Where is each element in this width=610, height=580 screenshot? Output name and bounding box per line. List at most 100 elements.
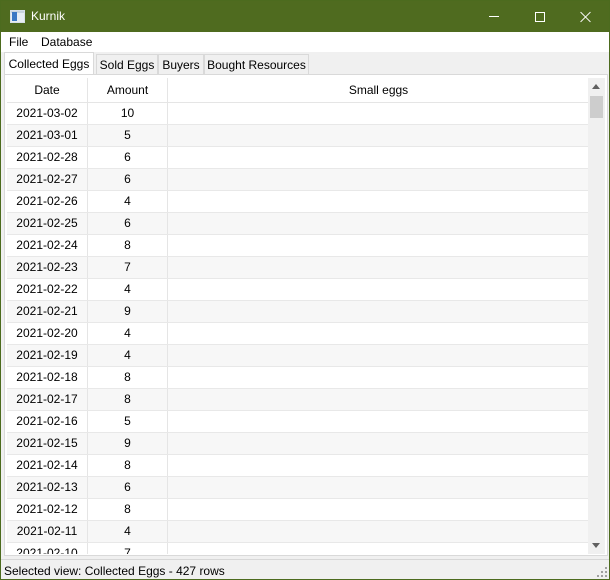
cell-date[interactable]: 2021-02-24	[7, 235, 88, 256]
cell-date[interactable]: 2021-02-16	[7, 411, 88, 432]
table-row[interactable]: 2021-02-28 6	[7, 147, 589, 169]
cell-date[interactable]: 2021-02-27	[7, 169, 88, 190]
cell-amount[interactable]: 8	[88, 367, 168, 388]
menu-file[interactable]: File	[9, 35, 28, 49]
cell-amount[interactable]: 6	[88, 213, 168, 234]
scroll-up-icon[interactable]	[588, 78, 605, 95]
cell-amount[interactable]: 8	[88, 499, 168, 520]
column-header-small-eggs[interactable]: Small eggs	[168, 78, 589, 103]
table-row[interactable]: 2021-02-22 4	[7, 279, 589, 301]
column-header-amount[interactable]: Amount	[88, 78, 168, 103]
cell-small-eggs[interactable]	[168, 235, 589, 256]
title-bar[interactable]: Kurnik	[1, 1, 609, 32]
table-row[interactable]: 2021-02-26 4	[7, 191, 589, 213]
cell-amount[interactable]: 9	[88, 301, 168, 322]
table-row[interactable]: 2021-02-24 8	[7, 235, 589, 257]
scroll-down-icon[interactable]	[588, 537, 605, 554]
menu-database[interactable]: Database	[41, 35, 92, 49]
cell-small-eggs[interactable]	[168, 213, 589, 234]
cell-small-eggs[interactable]	[168, 433, 589, 454]
cell-date[interactable]: 2021-02-17	[7, 389, 88, 410]
table-row[interactable]: 2021-02-12 8	[7, 499, 589, 521]
table-row[interactable]: 2021-02-16 5	[7, 411, 589, 433]
cell-date[interactable]: 2021-02-19	[7, 345, 88, 366]
vertical-scrollbar[interactable]	[588, 78, 605, 554]
cell-amount[interactable]: 5	[88, 125, 168, 146]
table-row[interactable]: 2021-02-13 6	[7, 477, 589, 499]
cell-small-eggs[interactable]	[168, 191, 589, 212]
table-row[interactable]: 2021-02-11 4	[7, 521, 589, 543]
cell-amount[interactable]: 9	[88, 433, 168, 454]
cell-date[interactable]: 2021-02-25	[7, 213, 88, 234]
cell-amount[interactable]: 8	[88, 235, 168, 256]
table-row[interactable]: 2021-02-27 6	[7, 169, 589, 191]
table-row[interactable]: 2021-02-23 7	[7, 257, 589, 279]
table-row[interactable]: 2021-02-20 4	[7, 323, 589, 345]
cell-date[interactable]: 2021-02-10	[7, 543, 88, 554]
tab-sold-eggs[interactable]: Sold Eggs	[96, 54, 158, 74]
cell-date[interactable]: 2021-02-15	[7, 433, 88, 454]
cell-small-eggs[interactable]	[168, 257, 589, 278]
cell-date[interactable]: 2021-02-14	[7, 455, 88, 476]
cell-date[interactable]: 2021-02-18	[7, 367, 88, 388]
cell-small-eggs[interactable]	[168, 345, 589, 366]
cell-small-eggs[interactable]	[168, 367, 589, 388]
cell-date[interactable]: 2021-02-22	[7, 279, 88, 300]
resize-grip-icon[interactable]	[597, 567, 607, 577]
cell-small-eggs[interactable]	[168, 389, 589, 410]
cell-small-eggs[interactable]	[168, 411, 589, 432]
cell-date[interactable]: 2021-02-28	[7, 147, 88, 168]
cell-amount[interactable]: 10	[88, 103, 168, 124]
cell-small-eggs[interactable]	[168, 323, 589, 344]
cell-small-eggs[interactable]	[168, 521, 589, 542]
cell-date[interactable]: 2021-02-23	[7, 257, 88, 278]
cell-amount[interactable]: 7	[88, 543, 168, 554]
table-row[interactable]: 2021-02-21 9	[7, 301, 589, 323]
minimize-button[interactable]	[471, 1, 517, 32]
cell-small-eggs[interactable]	[168, 301, 589, 322]
table-row[interactable]: 2021-03-02 10	[7, 103, 589, 125]
cell-small-eggs[interactable]	[168, 169, 589, 190]
table-row[interactable]: 2021-03-01 5	[7, 125, 589, 147]
close-button[interactable]	[563, 1, 609, 32]
cell-date[interactable]: 2021-02-11	[7, 521, 88, 542]
cell-small-eggs[interactable]	[168, 147, 589, 168]
cell-amount[interactable]: 8	[88, 455, 168, 476]
cell-small-eggs[interactable]	[168, 103, 589, 124]
cell-small-eggs[interactable]	[168, 279, 589, 300]
tab-bought-resources[interactable]: Bought Resources	[204, 54, 309, 74]
tab-buyers[interactable]: Buyers	[158, 54, 204, 74]
table-row[interactable]: 2021-02-19 4	[7, 345, 589, 367]
cell-amount[interactable]: 4	[88, 521, 168, 542]
cell-amount[interactable]: 5	[88, 411, 168, 432]
table-row[interactable]: 2021-02-10 7	[7, 543, 589, 554]
cell-date[interactable]: 2021-02-21	[7, 301, 88, 322]
maximize-button[interactable]	[517, 1, 563, 32]
table-row[interactable]: 2021-02-25 6	[7, 213, 589, 235]
cell-date[interactable]: 2021-02-12	[7, 499, 88, 520]
column-header-date[interactable]: Date	[7, 78, 88, 103]
cell-amount[interactable]: 6	[88, 169, 168, 190]
cell-date[interactable]: 2021-02-20	[7, 323, 88, 344]
cell-small-eggs[interactable]	[168, 125, 589, 146]
tab-collected-eggs[interactable]: Collected Eggs	[4, 52, 94, 74]
cell-amount[interactable]: 7	[88, 257, 168, 278]
cell-small-eggs[interactable]	[168, 543, 589, 554]
cell-amount[interactable]: 4	[88, 279, 168, 300]
cell-small-eggs[interactable]	[168, 455, 589, 476]
cell-amount[interactable]: 6	[88, 147, 168, 168]
table-row[interactable]: 2021-02-17 8	[7, 389, 589, 411]
table-row[interactable]: 2021-02-18 8	[7, 367, 589, 389]
cell-amount[interactable]: 4	[88, 345, 168, 366]
cell-date[interactable]: 2021-03-02	[7, 103, 88, 124]
cell-date[interactable]: 2021-02-26	[7, 191, 88, 212]
cell-date[interactable]: 2021-02-13	[7, 477, 88, 498]
cell-amount[interactable]: 4	[88, 323, 168, 344]
cell-amount[interactable]: 6	[88, 477, 168, 498]
table-row[interactable]: 2021-02-14 8	[7, 455, 589, 477]
cell-small-eggs[interactable]	[168, 499, 589, 520]
table-row[interactable]: 2021-02-15 9	[7, 433, 589, 455]
cell-amount[interactable]: 4	[88, 191, 168, 212]
cell-amount[interactable]: 8	[88, 389, 168, 410]
scrollbar-thumb[interactable]	[590, 96, 603, 118]
